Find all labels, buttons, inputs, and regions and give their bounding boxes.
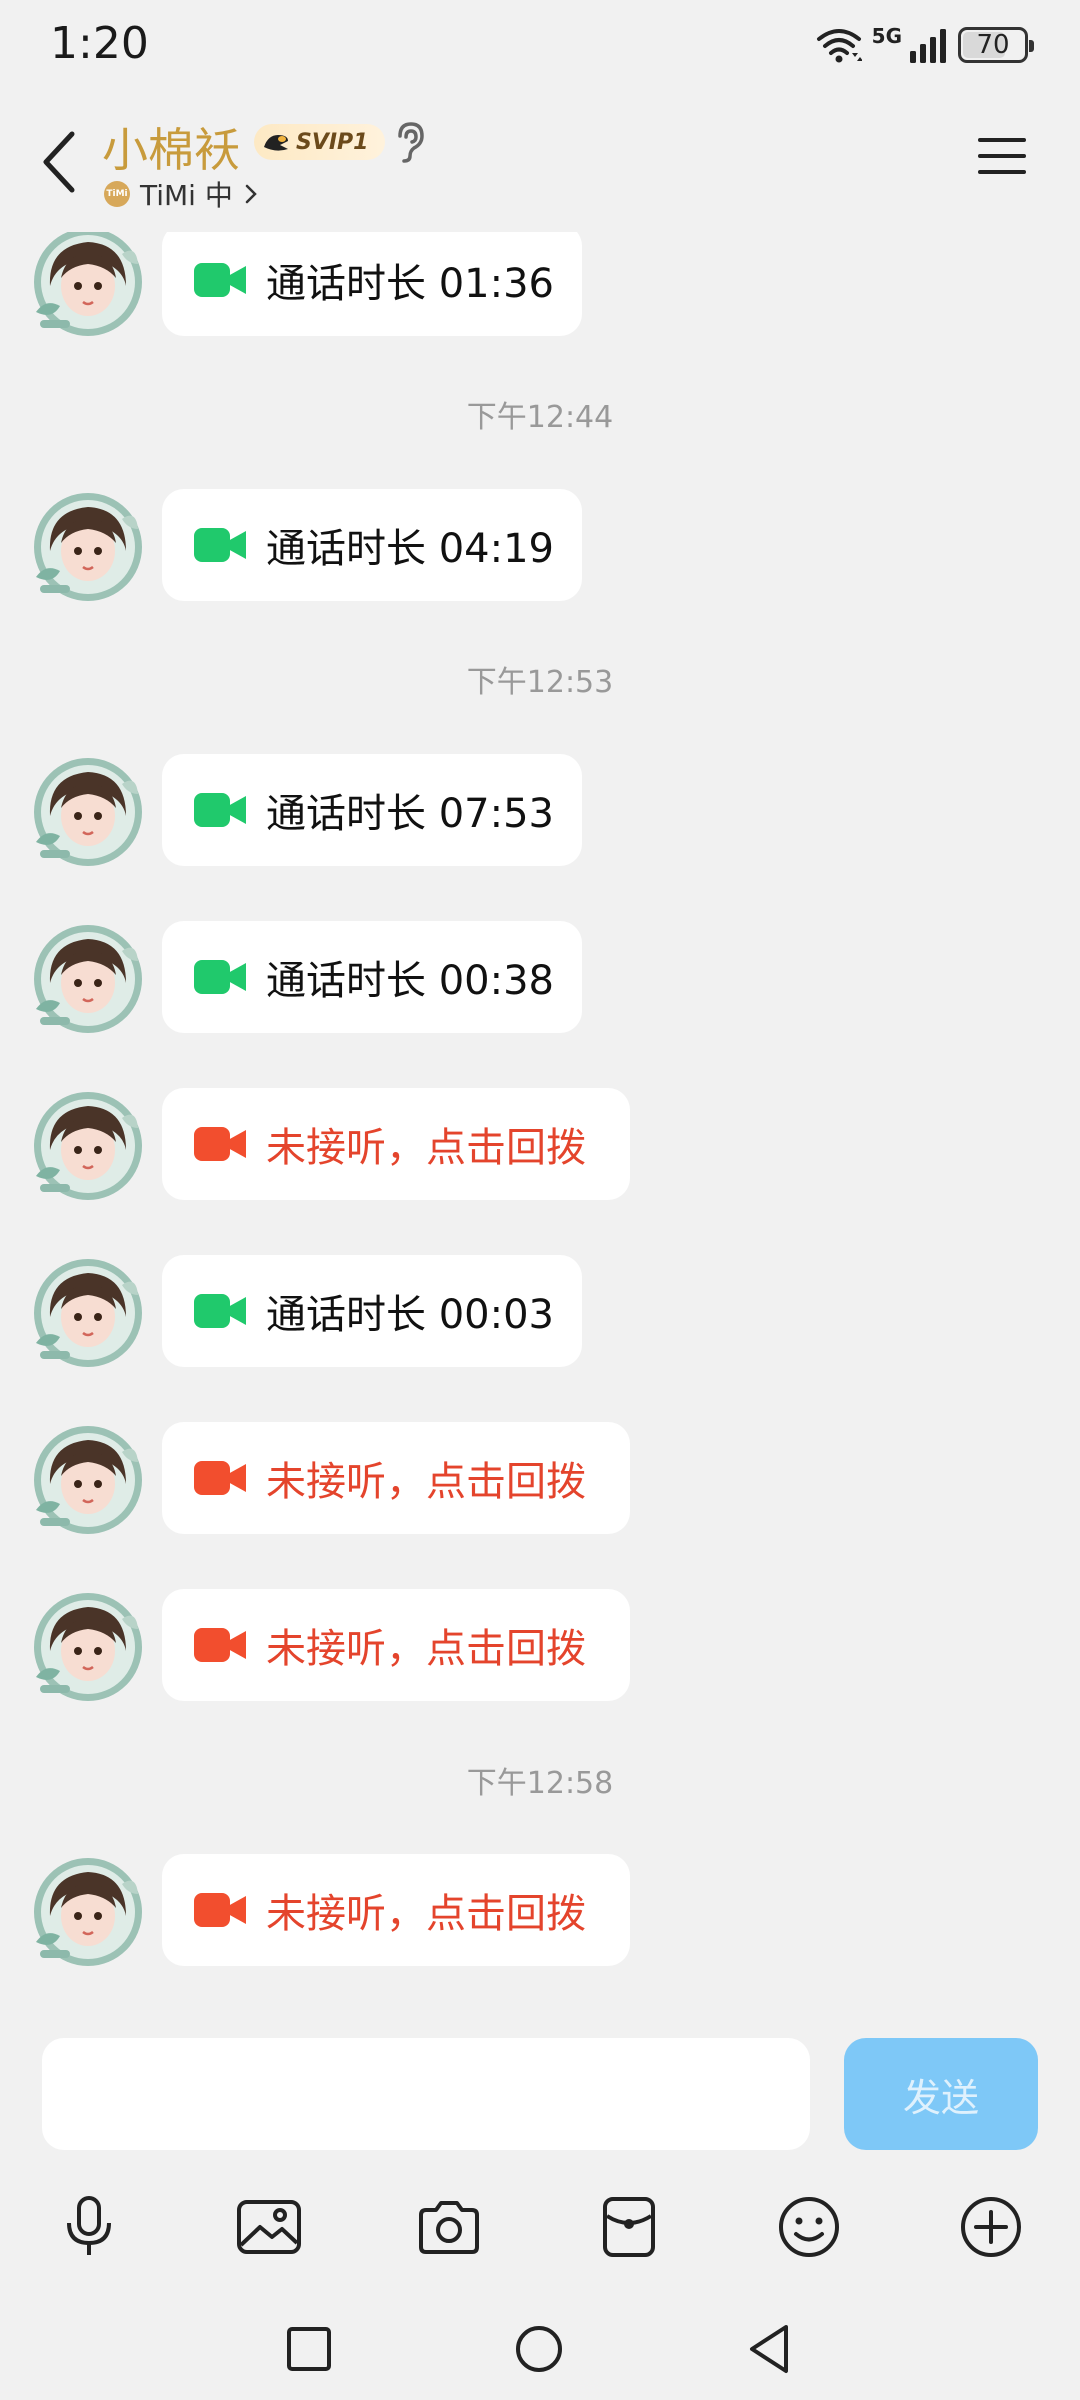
call-record-bubble[interactable]: 通话时长 00:38 [162,921,582,1033]
contact-avatar[interactable] [22,1854,148,1970]
battery-level: 70 [976,30,1010,60]
ear-icon[interactable] [390,120,430,164]
voice-button[interactable] [44,2182,134,2272]
timestamp-text: 下午12:53 [466,665,614,700]
contact-avatar[interactable] [22,1088,148,1204]
emoji-button[interactable] [764,2182,854,2272]
back-nav-button[interactable] [724,2304,814,2394]
message-row: 通话时长 00:03 [0,1255,1080,1375]
message-row: 未接听，点击回拨 [0,1422,1080,1542]
wifi-icon [816,29,862,63]
timestamp: 下午12:44 [0,392,1080,436]
contact-avatar[interactable] [22,754,148,870]
video-call-icon [194,528,246,562]
system-nav-bar [0,2292,1080,2400]
timestamp-text: 下午12:44 [466,400,614,435]
status-bar: 1:20 5G 70 [0,0,1080,92]
message-row: 未接听，点击回拨 [0,1589,1080,1709]
battery-icon: 70 [958,27,1034,63]
call-text: 未接听，点击回拨 [266,1125,586,1171]
call-text: 通话时长 00:03 [266,1292,554,1338]
video-call-icon [194,1294,246,1328]
camera-icon [419,2201,479,2254]
status-text: TiMi 中 [140,179,233,212]
signal-icon [910,29,946,63]
call-record-bubble[interactable]: 通话时长 01:36 [162,232,582,336]
message-row: 通话时长 01:36 [0,232,1080,344]
missed-call-bubble[interactable]: 未接听，点击回拨 [162,1854,630,1966]
menu-icon[interactable] [976,134,1028,178]
timi-game-icon: TiMi [104,181,130,207]
online-status[interactable]: TiMi TiMi 中 [104,174,259,214]
call-record-bubble[interactable]: 通话时长 07:53 [162,754,582,866]
timestamp: 下午12:58 [0,1758,1080,1802]
input-area: 发送 [0,2022,1080,2292]
call-text: 通话时长 04:19 [266,526,554,572]
red-packet-button[interactable] [584,2182,674,2272]
video-call-icon [194,960,246,994]
message-row: 通话时长 07:53 [0,754,1080,874]
contact-avatar[interactable] [22,489,148,605]
call-record-bubble[interactable]: 通话时长 04:19 [162,489,582,601]
video-call-icon [194,1893,246,1927]
missed-call-bubble[interactable]: 未接听，点击回拨 [162,1589,630,1701]
camera-button[interactable] [404,2182,494,2272]
status-icons: 5G 70 [816,22,1034,68]
chat-header: 小棉袄 SVIP1 TiMi TiMi 中 [0,92,1080,232]
home-circle-icon [516,2326,562,2372]
red-packet-icon [603,2197,655,2257]
svip-label: SVIP1 [296,129,369,155]
missed-call-bubble[interactable]: 未接听，点击回拨 [162,1088,630,1200]
call-text: 通话时长 01:36 [266,261,554,307]
contact-avatar[interactable] [22,232,148,340]
message-row: 未接听，点击回拨 [0,1088,1080,1208]
recents-square-icon [287,2327,331,2371]
contact-avatar[interactable] [22,921,148,1037]
call-text: 未接听，点击回拨 [266,1891,586,1937]
more-button[interactable] [946,2182,1036,2272]
svip-crown-icon [264,135,288,151]
message-row: 通话时长 00:38 [0,921,1080,1041]
plus-icon [961,2197,1021,2257]
status-time: 1:20 [50,18,149,69]
call-text: 未接听，点击回拨 [266,1459,586,1505]
message-row: 未接听，点击回拨 [0,1854,1080,1974]
call-text: 未接听，点击回拨 [266,1626,586,1672]
home-button[interactable] [494,2304,584,2394]
chevron-left-icon [43,131,75,193]
chat-screen: 1:20 5G 70 小棉袄 SVIP1 TiMi TiMi 中 通话时长 01… [0,0,1080,2400]
send-button[interactable]: 发送 [844,2038,1038,2150]
video-call-icon [194,1127,246,1161]
recents-button[interactable] [264,2304,354,2394]
message-input[interactable] [42,2038,810,2150]
video-call-icon [194,263,246,297]
missed-call-bubble[interactable]: 未接听，点击回拨 [162,1422,630,1534]
call-text: 通话时长 00:38 [266,958,554,1004]
microphone-icon [67,2196,111,2255]
album-button[interactable] [224,2182,314,2272]
message-row: 通话时长 04:19 [0,489,1080,609]
timestamp-text: 下午12:58 [466,1766,614,1801]
back-triangle-icon [750,2325,788,2373]
input-toolbar [0,2182,1080,2288]
contact-avatar[interactable] [22,1255,148,1371]
video-call-icon [194,1628,246,1662]
network-type-label: 5G [871,24,902,48]
chevron-right-icon [245,184,257,204]
svip-badge[interactable]: SVIP1 [254,124,385,160]
video-call-icon [194,1461,246,1495]
call-text: 通话时长 07:53 [266,791,554,837]
contact-name[interactable]: 小棉袄 [102,114,240,180]
contact-avatar[interactable] [22,1589,148,1705]
video-call-icon [194,793,246,827]
call-record-bubble[interactable]: 通话时长 00:03 [162,1255,582,1367]
message-list[interactable]: 通话时长 01:36 下午12:44 通话时长 04:19 下午12:53 通话时长 0… [0,232,1080,2022]
contact-avatar[interactable] [22,1422,148,1538]
back-button[interactable] [28,122,88,202]
image-icon [237,2200,301,2254]
timestamp: 下午12:53 [0,657,1080,701]
emoji-icon [779,2197,839,2257]
